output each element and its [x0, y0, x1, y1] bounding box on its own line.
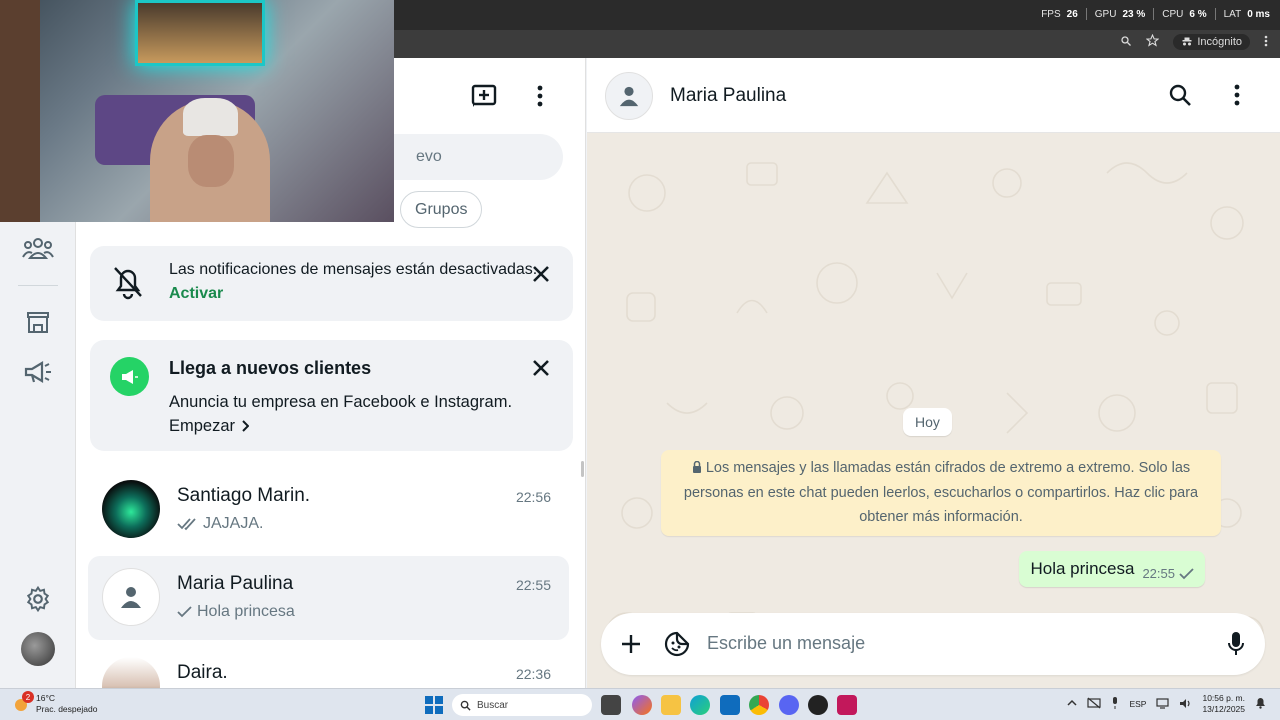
weather-widget[interactable]: 2 16°C Prac. despejado	[12, 691, 98, 715]
windows-start-icon[interactable]	[424, 695, 444, 715]
profile-avatar[interactable]	[21, 632, 55, 666]
contact-avatar[interactable]	[605, 72, 653, 120]
fps-readout: FPS 26	[1041, 8, 1078, 20]
language-indicator[interactable]: ESP	[1129, 699, 1146, 709]
day-separator: Hoy	[903, 408, 952, 436]
notification-bell-icon[interactable]	[1255, 697, 1266, 711]
outgoing-message[interactable]: Hola princesa 22:55	[1018, 551, 1205, 587]
list-menu-icon[interactable]	[531, 82, 549, 110]
chat-name: Santiago Marin.	[177, 485, 311, 506]
store-icon[interactable]	[20, 304, 56, 340]
latency-readout: LAT 0 ms	[1223, 8, 1270, 20]
scrollbar-thumb[interactable]	[581, 461, 584, 477]
search-placeholder: evo	[416, 148, 442, 165]
system-tray: ESP 10:56 p. m. 13/12/2025	[1067, 693, 1266, 715]
weather-text: 16°C Prac. despejado	[36, 693, 98, 714]
promo-card: Llega a nuevos clientes Anuncia tu empre…	[90, 340, 573, 451]
message-meta: 22:55	[1142, 566, 1195, 581]
activate-link[interactable]: Activar	[169, 285, 223, 302]
cpu-readout: CPU 6 %	[1162, 8, 1207, 20]
filter-chip-groups[interactable]: Grupos	[400, 191, 483, 228]
conversation-panel: Maria Paulina Hoy Los mensajes y las lla…	[587, 58, 1280, 688]
close-promo-card-button[interactable]	[527, 354, 555, 382]
message-text: Hola princesa	[1030, 559, 1135, 578]
windows-taskbar: 2 16°C Prac. despejado Buscar ESP 10:56 …	[0, 688, 1280, 720]
avatar	[102, 568, 160, 626]
webcam-overlay	[0, 0, 394, 222]
tiktok-live-icon[interactable]	[837, 695, 857, 715]
sticker-icon[interactable]	[663, 630, 691, 658]
chat-time: 22:55	[515, 577, 551, 593]
system-clock[interactable]: 10:56 p. m. 13/12/2025	[1202, 693, 1245, 715]
conversation-header[interactable]: Maria Paulina	[587, 58, 1280, 133]
promo-title: Llega a nuevos clientes	[169, 358, 372, 378]
conversation-menu-icon[interactable]	[1228, 82, 1246, 108]
chat-row-selected[interactable]: Maria Paulina 22:55 Hola princesa	[88, 556, 569, 640]
contact-name[interactable]: Maria Paulina	[670, 85, 786, 107]
chat-time: 22:36	[515, 666, 551, 682]
search-icon[interactable]	[1167, 82, 1193, 108]
chat-row[interactable]: Daira. 22:36	[88, 645, 569, 688]
close-notif-card-button[interactable]	[527, 260, 555, 288]
zoom-icon[interactable]	[1120, 35, 1132, 50]
performance-overlay: FPS 26 GPU 23 % CPU 6 % LAT 0 ms	[1041, 8, 1270, 20]
incognito-label: Incógnito	[1197, 36, 1242, 48]
incognito-badge[interactable]: Incógnito	[1173, 34, 1250, 50]
obs-icon[interactable]	[808, 695, 828, 715]
volume-icon[interactable]	[1179, 698, 1192, 711]
bookmark-star-icon[interactable]	[1146, 33, 1160, 50]
message-composer[interactable]: Escribe un mensaje	[601, 613, 1265, 675]
store-app-icon[interactable]	[720, 695, 740, 715]
browser-menu-icon[interactable]	[1264, 35, 1268, 50]
lock-icon	[692, 460, 701, 473]
check-icon	[1179, 567, 1194, 579]
chat-time: 22:56	[515, 489, 551, 505]
task-view-icon[interactable]	[601, 695, 621, 715]
chevron-right-icon	[242, 420, 250, 432]
gpu-readout: GPU 23 %	[1094, 8, 1146, 20]
person-icon	[121, 587, 141, 608]
copilot-icon[interactable]	[632, 695, 652, 715]
chat-row[interactable]: Santiago Marin. 22:56 JAJAJA.	[88, 468, 569, 552]
chevron-up-icon[interactable]	[1067, 699, 1077, 709]
notif-text: Las notificaciones de mensajes están des…	[169, 261, 538, 302]
display-icon[interactable]	[1156, 697, 1170, 711]
chat-preview: JAJAJA.	[177, 515, 263, 533]
microphone-icon[interactable]	[1223, 629, 1249, 659]
chat-preview: Hola princesa	[177, 603, 295, 621]
chrome-icon[interactable]	[749, 695, 769, 715]
avatar	[102, 657, 160, 688]
search-icon	[460, 700, 471, 711]
chip-label: Grupos	[415, 200, 468, 218]
check-icon	[177, 606, 192, 618]
file-explorer-icon[interactable]	[661, 695, 681, 715]
incognito-icon	[1182, 37, 1192, 46]
new-chat-icon[interactable]	[470, 82, 498, 110]
megaphone-icon	[110, 357, 149, 396]
megaphone-icon[interactable]	[20, 354, 56, 390]
promo-body: Anuncia tu empresa en Facebook e Instagr…	[169, 390, 512, 438]
bell-off-icon	[112, 264, 144, 305]
edge-icon[interactable]	[690, 695, 710, 715]
encryption-notice[interactable]: Los mensajes y las llamadas están cifrad…	[661, 450, 1221, 536]
chat-name: Maria Paulina	[177, 573, 294, 594]
discord-icon[interactable]	[779, 695, 799, 715]
communities-icon[interactable]	[20, 230, 56, 266]
person-icon	[619, 86, 639, 107]
avatar	[102, 480, 160, 538]
network-off-icon[interactable]	[1087, 697, 1102, 711]
notifications-disabled-card: Las notificaciones de mensajes están des…	[90, 246, 573, 321]
promo-start-link[interactable]: Empezar	[169, 414, 512, 438]
message-input[interactable]: Escribe un mensaje	[707, 633, 865, 654]
microphone-tray-icon[interactable]	[1111, 697, 1119, 711]
weather-badge: 2	[22, 691, 34, 703]
attach-plus-icon[interactable]	[617, 630, 645, 658]
chat-name: Daira.	[177, 662, 228, 683]
settings-gear-icon[interactable]	[20, 581, 56, 617]
double-check-icon	[177, 518, 196, 531]
taskbar-search[interactable]: Buscar	[452, 694, 592, 716]
